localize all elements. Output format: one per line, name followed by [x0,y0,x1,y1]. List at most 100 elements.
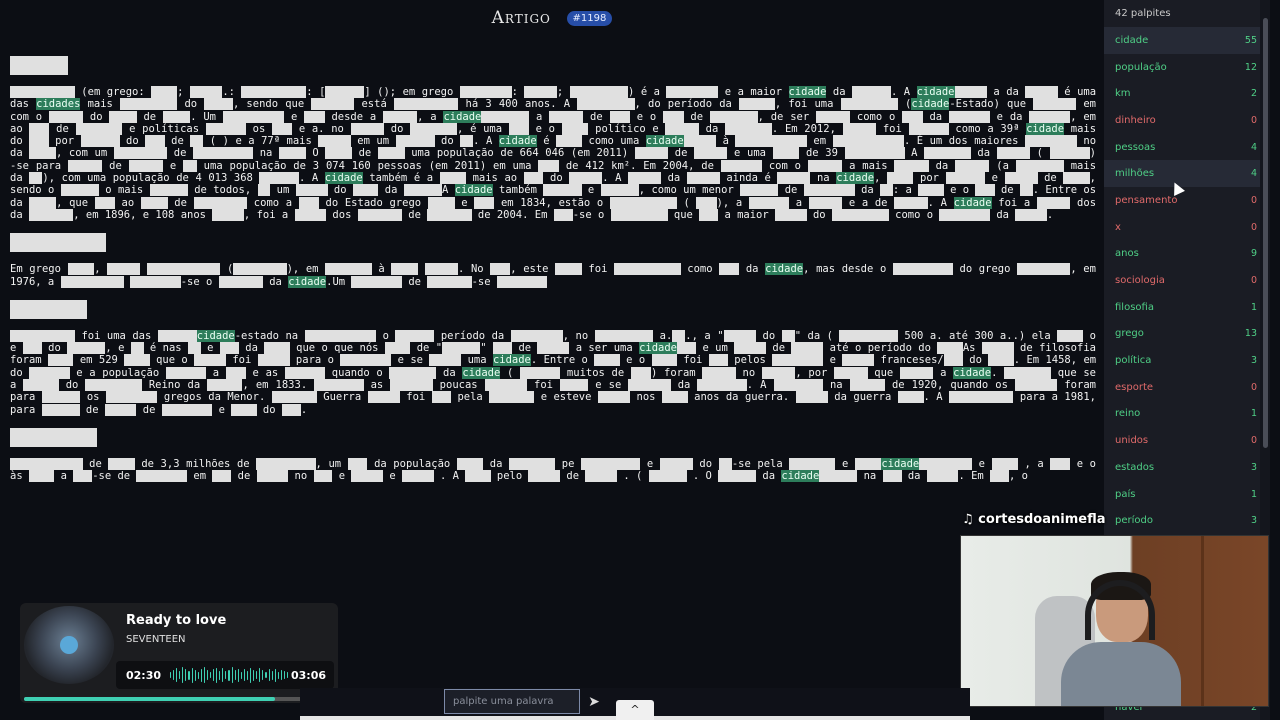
redacted-word [880,184,893,197]
article-text: em [1083,98,1096,111]
redacted-word [259,172,299,185]
current-time: 02:30 [126,669,162,682]
scrollbar-thumb[interactable] [1263,18,1268,448]
guess-item[interactable]: km 2 [1104,80,1270,107]
article-text: como o [888,208,940,221]
article-text: , a [417,110,444,123]
article-text: a. [653,329,673,342]
article-text: de 3,3 milhões de [134,457,257,470]
guess-item[interactable]: grego 13 [1104,321,1270,348]
redacted-word [594,329,654,342]
waveform-bar [206,670,209,680]
redacted-word [390,379,433,392]
guess-item[interactable]: sociologia 0 [1104,267,1270,294]
redacted-word [609,196,677,209]
guess-item[interactable]: reino 1 [1104,401,1270,428]
redacted-word [194,354,226,367]
redacted-word [509,457,556,470]
redacted-word [48,110,84,123]
guess-item[interactable]: anos 9 [1104,241,1270,268]
article-text: como a [247,196,299,209]
scroll-top-button[interactable]: ^ [616,700,654,720]
article-text: uma população de 3 074 160 pessoas (em 2… [196,159,539,172]
guess-word: sociologia [1115,275,1165,287]
article-text: e esteve [534,391,598,404]
guess-input[interactable] [444,689,580,714]
redacted-word [189,86,223,98]
waveform-bar [262,670,264,680]
redacted-word [708,354,728,367]
send-button[interactable]: ➤ [584,692,604,712]
guess-word: filosofia [1115,301,1154,313]
article-text: foi [526,379,561,392]
article-text: e [284,110,305,123]
redacted-word [395,135,435,148]
article-text: do Estado grego [318,196,428,209]
guess-item[interactable]: x0 [1104,214,1270,241]
article-text: . A [433,470,466,483]
article-text: foi [225,354,258,367]
now-playing-widget: Ready to love SEVENTEEN 02:30 03:06 [20,603,338,703]
article-text: ( [500,366,521,379]
redacted-word [281,403,301,416]
article-text: está [354,98,394,111]
article-text: e o [629,110,664,123]
redacted-word [1017,263,1071,276]
redacted-word [29,147,56,160]
guess-item[interactable]: pessoas 4 [1104,134,1270,161]
guess-word: reino [1115,408,1141,420]
guess-word: período [1115,515,1153,527]
redacted-word [403,184,442,197]
article-text: Guerra [316,391,368,404]
article-text: de [351,147,378,160]
guess-item[interactable]: país 1 [1104,481,1270,508]
redacted-word [257,354,290,367]
article-text: -se o [572,208,611,221]
article-text: que [867,366,900,379]
guess-hit-count: 3 [1250,461,1257,473]
revealed-word: cidade [916,86,955,98]
article-text: e a população [69,366,166,379]
article-text: até 300 a. [949,329,1013,342]
guess-hit-count: 4 [1250,141,1257,153]
article-text: é [536,135,557,148]
article-text: do [327,184,353,197]
song-title: Ready to love [126,613,227,628]
article-text: foram [1064,379,1096,392]
guess-item[interactable]: estados 3 [1104,454,1270,481]
article-text: que o que nós [289,342,385,355]
guess-item[interactable]: população 12 [1104,54,1270,81]
article-text: à [716,135,736,148]
waveform-bar [200,668,202,682]
guess-item[interactable]: unidos 0 [1104,427,1270,454]
redacted-word [628,172,661,185]
article-text: . O [686,470,719,483]
guess-item[interactable]: milhões 4 [1104,160,1270,188]
article-text: e o [943,184,976,197]
article-text: anos da guerra. [687,391,796,404]
redacted-word [832,135,904,148]
article-text: da [238,342,265,355]
redacted-word [29,135,49,148]
redacted-word [697,379,747,392]
redacted-word [183,159,197,172]
guess-item[interactable]: esporte 0 [1104,374,1270,401]
redacted-word [887,172,914,185]
guess-item[interactable]: política 3 [1104,347,1270,374]
article-text: ] (); em grego [364,86,460,98]
article-text: de [231,470,257,483]
redacted-word [839,329,898,342]
guess-item[interactable]: filosofia 1 [1104,294,1270,321]
redacted-word [80,135,120,148]
guess-item[interactable]: pensamento 0 [1104,187,1270,214]
guess-hit-count: 0 [1250,114,1257,126]
guess-hit-count: 13 [1244,328,1257,340]
article-text: . Em 1458, em [1013,354,1096,367]
article-header: Artigo #1198 [0,8,1104,28]
article-text: a mais [842,159,895,172]
guess-item[interactable]: dinheiro 0 [1104,107,1270,134]
guess-item[interactable]: período 3 [1104,507,1270,534]
redacted-word [161,403,213,416]
article-text: . Em [958,470,991,483]
guess-item[interactable]: cidade 55 [1104,27,1270,54]
